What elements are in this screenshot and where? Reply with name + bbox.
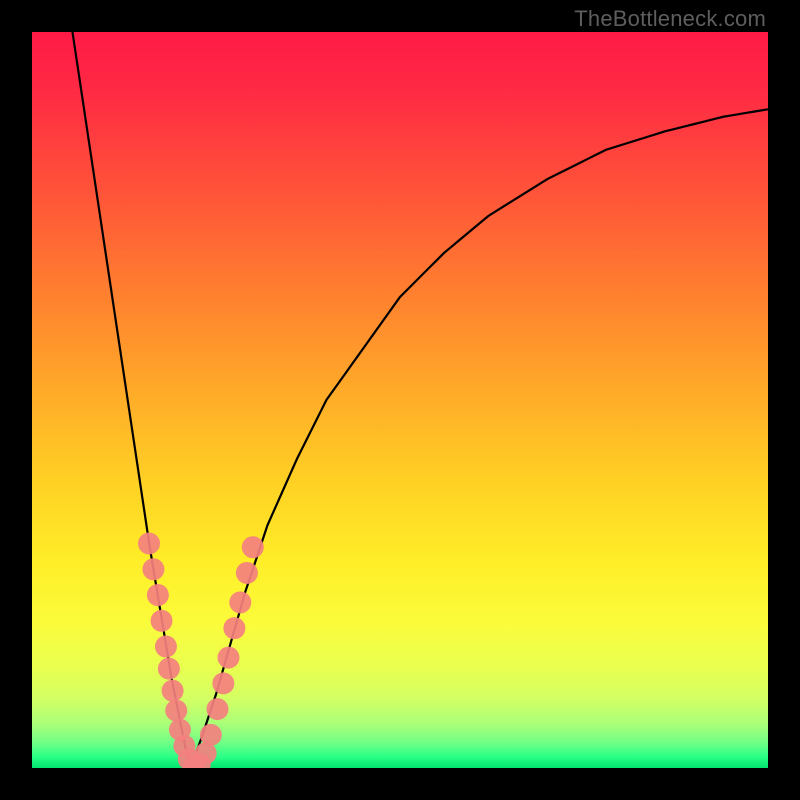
data-point bbox=[206, 698, 228, 720]
data-point bbox=[223, 617, 245, 639]
data-point bbox=[155, 636, 177, 658]
data-point bbox=[142, 558, 164, 580]
data-point bbox=[218, 647, 240, 669]
data-point bbox=[165, 700, 187, 722]
data-point bbox=[147, 584, 169, 606]
chart-frame: TheBottleneck.com bbox=[0, 0, 800, 800]
data-point bbox=[151, 610, 173, 632]
plot-area bbox=[32, 32, 768, 768]
data-point bbox=[212, 672, 234, 694]
gradient-background bbox=[32, 32, 768, 768]
watermark-text: TheBottleneck.com bbox=[574, 6, 766, 32]
data-point bbox=[158, 658, 180, 680]
data-point bbox=[162, 680, 184, 702]
bottleneck-chart bbox=[32, 32, 768, 768]
data-point bbox=[242, 536, 264, 558]
data-point bbox=[236, 562, 258, 584]
data-point bbox=[229, 591, 251, 613]
data-point bbox=[138, 533, 160, 555]
data-point bbox=[200, 724, 222, 746]
